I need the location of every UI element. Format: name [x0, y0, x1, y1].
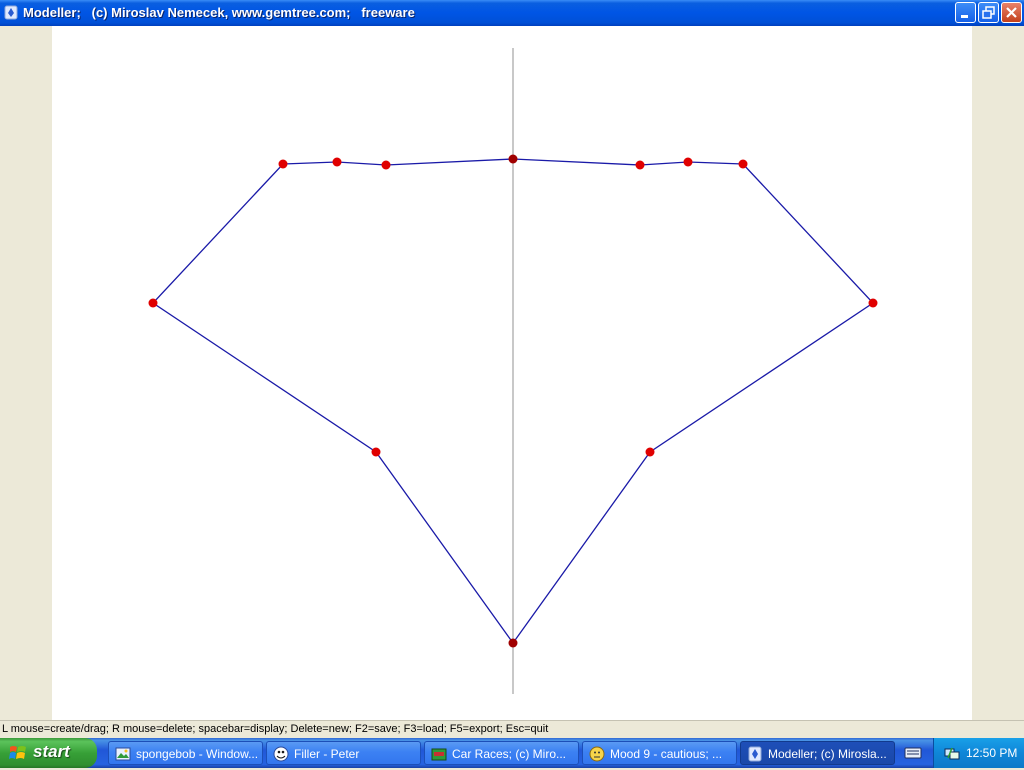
- taskbar: start spongebob - Window... Filler - Pet…: [0, 738, 1024, 768]
- taskbar-button-mood[interactable]: Mood 9 - cautious; ...: [582, 741, 737, 765]
- status-bar: L mouse=create/drag; R mouse=delete; spa…: [0, 720, 1024, 739]
- vertex-point[interactable]: [381, 160, 391, 170]
- modeller-app-icon: [748, 746, 762, 762]
- filler-app-icon: [273, 746, 289, 762]
- network-icon[interactable]: [944, 745, 960, 761]
- window-title: Modeller; (c) Miroslav Nemecek, www.gemt…: [23, 5, 415, 20]
- keyboard-icon: [904, 747, 922, 759]
- minimize-button[interactable]: [955, 2, 976, 23]
- image-viewer-icon: [115, 747, 131, 761]
- close-button[interactable]: [1001, 2, 1022, 23]
- taskbar-button-modeller[interactable]: Modeller; (c) Mirosla...: [740, 741, 895, 765]
- task-label: Car Races; (c) Miro...: [452, 747, 567, 761]
- vertex-point[interactable]: [683, 157, 693, 167]
- vertex-point[interactable]: [738, 159, 748, 169]
- vertex-point[interactable]: [868, 298, 878, 308]
- drawing-canvas[interactable]: [52, 26, 972, 720]
- vertex-point[interactable]: [332, 157, 342, 167]
- vertex-point[interactable]: [278, 159, 288, 169]
- client-area: [0, 26, 1024, 720]
- vertex-point[interactable]: [371, 447, 381, 457]
- start-label: start: [33, 742, 70, 761]
- task-label: Mood 9 - cautious; ...: [610, 747, 723, 761]
- car-races-icon: [431, 748, 447, 761]
- vertex-point[interactable]: [148, 298, 158, 308]
- smiley-icon: [589, 746, 605, 762]
- taskbar-button-spongebob[interactable]: spongebob - Window...: [108, 741, 263, 765]
- start-button[interactable]: start: [0, 738, 97, 768]
- status-help-text: L mouse=create/drag; R mouse=delete; spa…: [2, 723, 549, 735]
- taskbar-button-car-races[interactable]: Car Races; (c) Miro...: [424, 741, 579, 765]
- restore-button[interactable]: [978, 2, 999, 23]
- shape-drawing[interactable]: [52, 26, 972, 720]
- task-label: spongebob - Window...: [136, 747, 259, 761]
- modeller-app-icon: [4, 5, 18, 20]
- taskbar-button-filler[interactable]: Filler - Peter: [266, 741, 421, 765]
- system-tray: 12:50 PM: [933, 738, 1024, 768]
- clock[interactable]: 12:50 PM: [966, 746, 1017, 760]
- vertex-point[interactable]: [635, 160, 645, 170]
- task-label: Modeller; (c) Mirosla...: [768, 747, 887, 761]
- vertex-point[interactable]: [645, 447, 655, 457]
- close-icon: [1006, 7, 1017, 18]
- axis-vertex-point[interactable]: [508, 638, 518, 648]
- title-bar[interactable]: Modeller; (c) Miroslav Nemecek, www.gemt…: [0, 0, 1024, 26]
- task-label: Filler - Peter: [294, 747, 360, 761]
- axis-vertex-point[interactable]: [508, 154, 518, 164]
- minimize-icon: [961, 15, 968, 18]
- windows-logo-icon: [9, 746, 26, 759]
- language-bar[interactable]: [897, 741, 927, 765]
- maximize-icon: [982, 6, 995, 19]
